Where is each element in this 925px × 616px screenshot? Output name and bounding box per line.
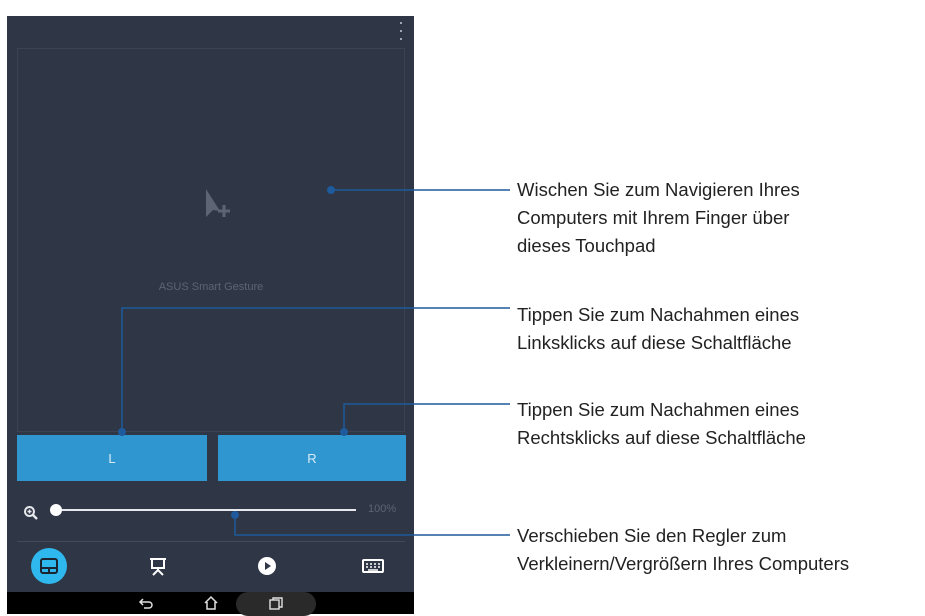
callout-slider: Verschieben Sie den Regler zum Verkleine…: [517, 522, 849, 578]
callout-left-click-line1: Tippen Sie zum Nachahmen eines: [517, 304, 800, 325]
callout-left-click: Tippen Sie zum Nachahmen eines Linksklic…: [517, 301, 799, 357]
callout-touchpad-line3: dieses Touchpad: [517, 235, 656, 256]
callout-touchpad-line2: Computers mit Ihrem Finger über: [517, 207, 790, 228]
callout-touchpad-line1: Wischen Sie zum Navigieren Ihres: [517, 179, 800, 200]
callout-right-click-line1: Tippen Sie zum Nachahmen eines: [517, 399, 800, 420]
callout-touchpad: Wischen Sie zum Navigieren Ihres Compute…: [517, 176, 800, 260]
callout-right-click: Tippen Sie zum Nachahmen eines Rechtskli…: [517, 396, 806, 452]
callout-slider-line2: Verkleinern/Vergrößern Ihres Computers: [517, 553, 850, 574]
callout-slider-line1: Verschieben Sie den Regler zum: [517, 525, 787, 546]
callout-right-click-line2: Rechtsklicks auf diese Schaltfläche: [517, 427, 806, 448]
callout-left-click-line2: Linksklicks auf diese Schaltfläche: [517, 332, 792, 353]
